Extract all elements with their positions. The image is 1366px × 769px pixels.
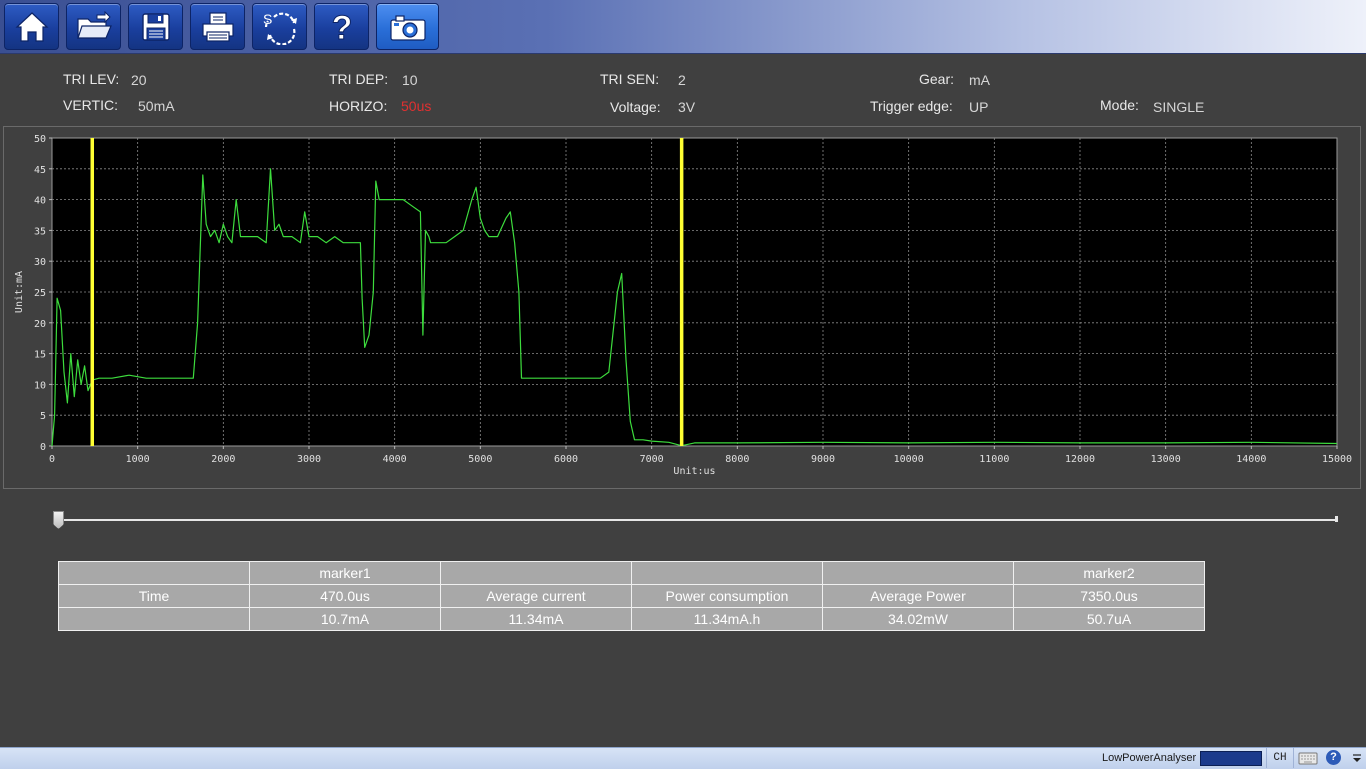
x-tick-label: 1000 — [126, 454, 150, 465]
table-cell: 11.34mA — [440, 607, 632, 631]
screenshot-button[interactable] — [376, 3, 439, 50]
timeline-slider-track[interactable] — [54, 519, 1338, 521]
save-icon — [141, 12, 170, 41]
sync-settings-button[interactable]: S — [252, 3, 307, 50]
table-cell: Time — [58, 584, 250, 608]
table-cell: Average Power — [822, 584, 1014, 608]
keyboard-icon[interactable] — [1298, 751, 1318, 765]
table-cell: 50.7uA — [1013, 607, 1205, 631]
table-cell: 470.0us — [249, 584, 441, 608]
table-cell: Average current — [440, 584, 632, 608]
x-tick-label: 2000 — [211, 454, 235, 465]
tri-dep-label: TRI DEP: — [329, 71, 389, 87]
help-icon: ? — [331, 9, 353, 45]
vertic-label: VERTIC: — [63, 97, 118, 113]
help-glyph: ? — [331, 9, 352, 45]
x-axis-label: Unit:us — [673, 466, 715, 477]
language-indicator[interactable]: CH — [1266, 748, 1294, 768]
table-row: Time 470.0us Average current Power consu… — [58, 584, 1205, 608]
y-tick-label: 5 — [40, 411, 46, 422]
sync-settings-glyph: S — [263, 11, 272, 27]
waveform-chart[interactable]: 0 1000 2000 3000 4000 5000 6000 7000 8000 9000 100… — [4, 127, 1360, 488]
table-row: 10.7mA 11.34mA 11.34mA.h 34.02mW 50.7uA — [58, 607, 1205, 631]
open-button[interactable] — [66, 3, 121, 50]
table-cell: marker1 — [249, 561, 441, 585]
print-button[interactable] — [190, 3, 245, 50]
x-tick-label: 3000 — [297, 454, 321, 465]
table-cell — [58, 561, 250, 585]
y-tick-label: 40 — [34, 196, 46, 207]
save-button[interactable] — [128, 3, 183, 50]
help-button[interactable]: ? — [314, 3, 369, 50]
y-tick-label: 25 — [34, 288, 46, 299]
table-row: marker1 marker2 — [58, 561, 1205, 585]
table-cell: 11.34mA.h — [631, 607, 823, 631]
x-tick-label: 6000 — [554, 454, 578, 465]
voltage-value: 3V — [678, 99, 696, 115]
horizo-label: HORIZO: — [329, 98, 388, 114]
waveform-panel: 0 1000 2000 3000 4000 5000 6000 7000 8000 9000 100… — [3, 126, 1361, 489]
taskbar-input-box[interactable] — [1200, 751, 1262, 766]
table-cell: 34.02mW — [822, 607, 1014, 631]
mode-value: SINGLE — [1153, 99, 1205, 115]
timeline-slider-thumb[interactable] — [53, 511, 64, 529]
table-cell — [58, 607, 250, 631]
tri-lev-label: TRI LEV: — [63, 71, 120, 87]
taskbar: LowPowerAnalyser CH ? — [0, 747, 1366, 769]
table-cell: marker2 — [1013, 561, 1205, 585]
table-cell — [440, 561, 632, 585]
timeline-slider-end — [1335, 516, 1338, 522]
y-tick-label: 50 — [34, 134, 46, 145]
y-tick-label: 45 — [34, 165, 46, 176]
x-tick-label: 13000 — [1151, 454, 1181, 465]
table-cell — [822, 561, 1014, 585]
toolbar: S ? — [0, 0, 1366, 54]
camera-icon — [389, 14, 426, 41]
tri-dep-value: 10 — [402, 72, 418, 88]
voltage-label: Voltage: — [610, 99, 661, 115]
x-tick-label: 5000 — [468, 454, 492, 465]
vertic-value: 50mA — [138, 98, 175, 114]
table-cell: Power consumption — [631, 584, 823, 608]
x-tick-label: 9000 — [811, 454, 835, 465]
x-tick-label: 11000 — [979, 454, 1009, 465]
print-icon — [201, 11, 234, 42]
y-tick-label: 15 — [34, 350, 46, 361]
gear-label: Gear: — [919, 71, 955, 87]
y-tick-label: 30 — [34, 257, 46, 268]
x-tick-label: 0 — [49, 454, 55, 465]
tri-sen-value: 2 — [678, 72, 686, 88]
taskbar-help-icon[interactable]: ? — [1326, 750, 1341, 765]
x-tick-label: 4000 — [383, 454, 407, 465]
home-button[interactable] — [4, 3, 59, 50]
y-tick-label: 20 — [34, 319, 46, 330]
gear-value: mA — [969, 72, 990, 88]
table-cell: 7350.0us — [1013, 584, 1205, 608]
home-icon — [14, 11, 49, 42]
table-cell — [631, 561, 823, 585]
tri-sen-label: TRI SEN: — [600, 71, 660, 87]
taskbar-app-title[interactable]: LowPowerAnalyser — [1102, 752, 1196, 764]
open-folder-icon — [76, 10, 112, 39]
options-arrow-icon[interactable] — [1352, 753, 1362, 763]
x-tick-label: 14000 — [1236, 454, 1266, 465]
tri-lev-value: 20 — [131, 72, 147, 88]
trigger-edge-label: Trigger edge: — [870, 98, 953, 114]
mode-label: Mode: — [1100, 97, 1139, 113]
x-tick-label: 10000 — [894, 454, 924, 465]
y-tick-label: 10 — [34, 380, 46, 391]
x-tick-label: 7000 — [640, 454, 664, 465]
x-tick-label: 15000 — [1322, 454, 1352, 465]
horizo-value: 50us — [401, 98, 432, 114]
marker-results-table: marker1 marker2 Time 470.0us Average cur… — [58, 561, 1205, 631]
sync-settings-icon: S — [263, 11, 297, 45]
x-tick-label: 8000 — [725, 454, 749, 465]
y-tick-label: 35 — [34, 226, 46, 237]
y-axis-label: Unit:mA — [14, 271, 25, 313]
x-tick-label: 12000 — [1065, 454, 1095, 465]
y-tick-label: 0 — [40, 442, 46, 453]
table-cell: 10.7mA — [249, 607, 441, 631]
trigger-edge-value: UP — [969, 99, 989, 115]
